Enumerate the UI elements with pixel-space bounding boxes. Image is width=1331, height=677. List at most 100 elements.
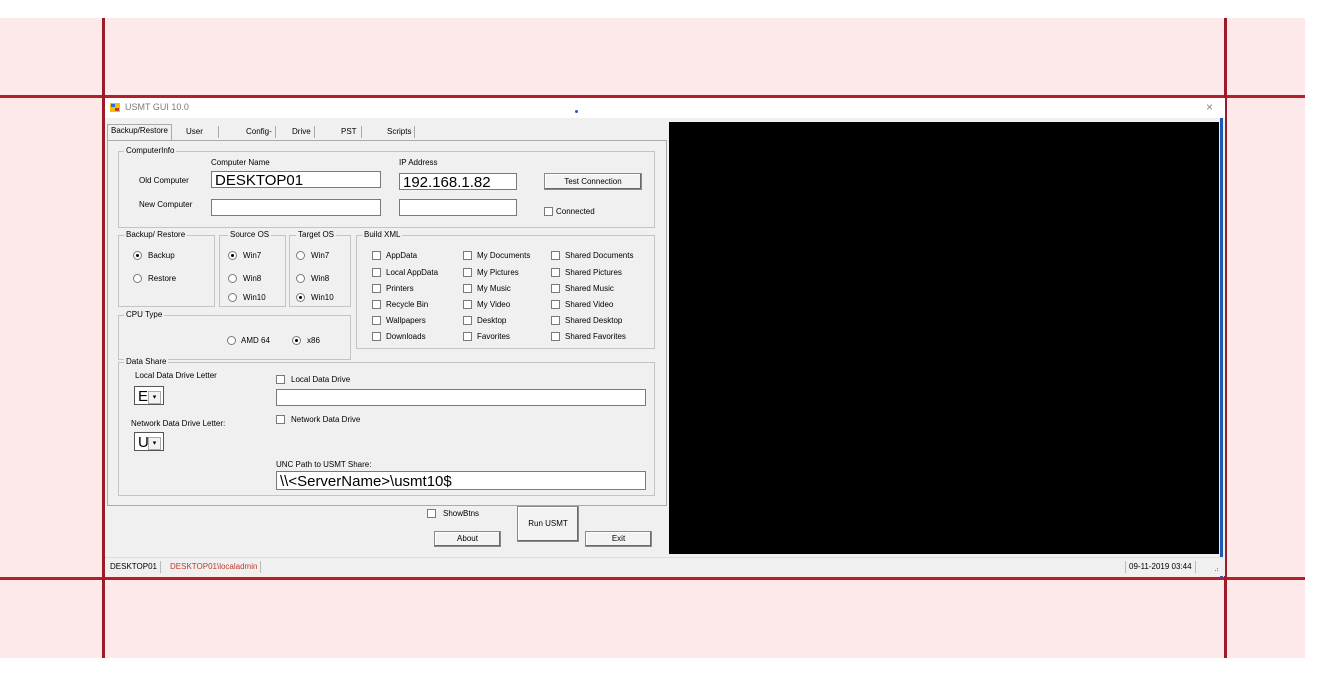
data-share-group: Data Share Local Data Drive Letter E ▾ L… — [118, 357, 655, 496]
backup-radio[interactable] — [133, 251, 142, 260]
tab-scripts[interactable]: Scripts — [384, 126, 416, 138]
target-win7-radio[interactable] — [296, 251, 305, 260]
cpu-type-group: CPU Type AMD 64 x86 — [118, 310, 351, 360]
exit-button[interactable]: Exit — [585, 531, 652, 547]
shared-video-checkbox[interactable] — [551, 300, 560, 309]
my-documents-checkbox[interactable] — [463, 251, 472, 260]
my-pictures-label: My Pictures — [477, 268, 519, 277]
appdata-checkbox[interactable] — [372, 251, 381, 260]
x86-label: x86 — [307, 336, 320, 345]
computer-info-label: ComputerInfo — [124, 146, 177, 155]
run-usmt-button[interactable]: Run USMT — [517, 506, 579, 542]
my-video-checkbox[interactable] — [463, 300, 472, 309]
target-win8-label: Win8 — [311, 274, 330, 283]
target-win10-label: Win10 — [311, 293, 334, 302]
close-icon[interactable]: × — [1206, 100, 1213, 114]
shared-pictures-checkbox[interactable] — [551, 268, 560, 277]
local-drive-letter-select[interactable]: E ▾ — [134, 386, 164, 405]
target-win10-radio[interactable] — [296, 293, 305, 302]
local-data-drive-field[interactable] — [276, 389, 646, 406]
window-title: USMT GUI 10.0 — [125, 102, 189, 112]
shared-music-checkbox[interactable] — [551, 284, 560, 293]
tab-pst-files[interactable]: PST Files — [338, 126, 362, 148]
source-win8-radio[interactable] — [228, 274, 237, 283]
printers-label: Printers — [386, 284, 414, 293]
unc-path-field[interactable]: \\<ServerName>\usmt10$ — [276, 471, 646, 490]
local-appdata-checkbox[interactable] — [372, 268, 381, 277]
connected-checkbox[interactable] — [544, 207, 553, 216]
x86-radio[interactable] — [292, 336, 301, 345]
tab-config-o[interactable]: Config-O — [243, 126, 276, 148]
old-computer-ip-field[interactable]: 192.168.1.82 — [399, 173, 517, 190]
new-computer-name-field[interactable] — [211, 199, 381, 216]
printers-checkbox[interactable] — [372, 284, 381, 293]
shared-documents-label: Shared Documents — [565, 251, 634, 260]
app-window: USMT GUI 10.0 × Backup/Restore User Sett… — [105, 98, 1225, 578]
status-bar: DESKTOP01 DESKTOP01\localadmin 09-11-201… — [105, 557, 1223, 576]
backup-radio-label: Backup — [148, 251, 175, 260]
restore-radio[interactable] — [133, 274, 142, 283]
target-win7-label: Win7 — [311, 251, 330, 260]
shared-desktop-label: Shared Desktop — [565, 316, 623, 325]
data-share-label: Data Share — [124, 357, 169, 366]
new-computer-label: New Computer — [139, 200, 193, 209]
wallpapers-checkbox[interactable] — [372, 316, 381, 325]
old-computer-name-field[interactable]: DESKTOP01 — [211, 171, 381, 188]
network-data-drive-label: Network Data Drive — [291, 415, 361, 424]
my-pictures-checkbox[interactable] — [463, 268, 472, 277]
computer-name-header: Computer Name — [211, 158, 270, 167]
network-data-drive-checkbox[interactable] — [276, 415, 285, 424]
console-output-area[interactable] — [669, 122, 1219, 554]
shared-documents-checkbox[interactable] — [551, 251, 560, 260]
tab-backup-restore[interactable]: Backup/Restore — [107, 124, 172, 140]
chevron-down-icon: ▾ — [148, 391, 161, 404]
showbtns-label: ShowBtns — [443, 509, 480, 518]
target-os-group: Target OS Win7 Win8 Win10 — [289, 230, 351, 307]
local-drive-letter-label: Local Data Drive Letter — [135, 371, 217, 380]
app-icon — [110, 103, 120, 112]
build-xml-label: Build XML — [362, 230, 403, 239]
status-datetime: 09-11-2019 03:44 — [1125, 561, 1196, 573]
status-user: DESKTOP01\localadmin — [167, 561, 262, 573]
new-computer-ip-field[interactable] — [399, 199, 517, 216]
source-win7-label: Win7 — [243, 251, 262, 260]
amd64-label: AMD 64 — [241, 336, 270, 345]
desktop-checkbox[interactable] — [463, 316, 472, 325]
source-win10-radio[interactable] — [228, 293, 237, 302]
source-win8-label: Win8 — [243, 274, 262, 283]
amd64-radio[interactable] — [227, 336, 236, 345]
old-computer-label: Old Computer — [139, 176, 189, 185]
showbtns-checkbox[interactable] — [427, 509, 436, 518]
target-os-label: Target OS — [296, 230, 337, 239]
computer-info-group: ComputerInfo Computer Name IP Address Ol… — [118, 146, 655, 228]
local-appdata-label: Local AppData — [386, 268, 439, 277]
tab-user-settings[interactable]: User Settings — [183, 126, 219, 148]
local-data-drive-checkbox[interactable] — [276, 375, 285, 384]
recycle-bin-checkbox[interactable] — [372, 300, 381, 309]
favorites-checkbox[interactable] — [463, 332, 472, 341]
test-connection-button[interactable]: Test Connection — [544, 173, 642, 190]
target-win8-radio[interactable] — [296, 274, 305, 283]
source-os-label: Source OS — [228, 230, 272, 239]
network-drive-letter-select[interactable]: U ▾ — [134, 432, 164, 451]
backup-restore-panel: ComputerInfo Computer Name IP Address Ol… — [107, 140, 667, 506]
downloads-checkbox[interactable] — [372, 332, 381, 341]
source-win7-radio[interactable] — [228, 251, 237, 260]
favorites-label: Favorites — [477, 332, 510, 341]
desktop-label: Desktop — [477, 316, 507, 325]
shared-favorites-checkbox[interactable] — [551, 332, 560, 341]
my-music-checkbox[interactable] — [463, 284, 472, 293]
shared-desktop-checkbox[interactable] — [551, 316, 560, 325]
unc-path-label: UNC Path to USMT Share: — [276, 460, 372, 469]
backup-restore-group: Backup/ Restore Backup Restore — [118, 230, 215, 307]
local-drive-letter-value: E — [138, 388, 149, 405]
resize-grip-icon[interactable] — [1211, 564, 1219, 572]
my-video-label: My Video — [477, 300, 511, 309]
about-button[interactable]: About — [434, 531, 501, 547]
chevron-down-icon: ▾ — [148, 437, 161, 450]
source-os-group: Source OS Win7 Win8 Win10 — [219, 230, 286, 307]
wallpapers-label: Wallpapers — [386, 316, 426, 325]
tab-drive-info[interactable]: Drive Info — [289, 126, 315, 148]
my-documents-label: My Documents — [477, 251, 531, 260]
local-data-drive-label: Local Data Drive — [291, 375, 351, 384]
